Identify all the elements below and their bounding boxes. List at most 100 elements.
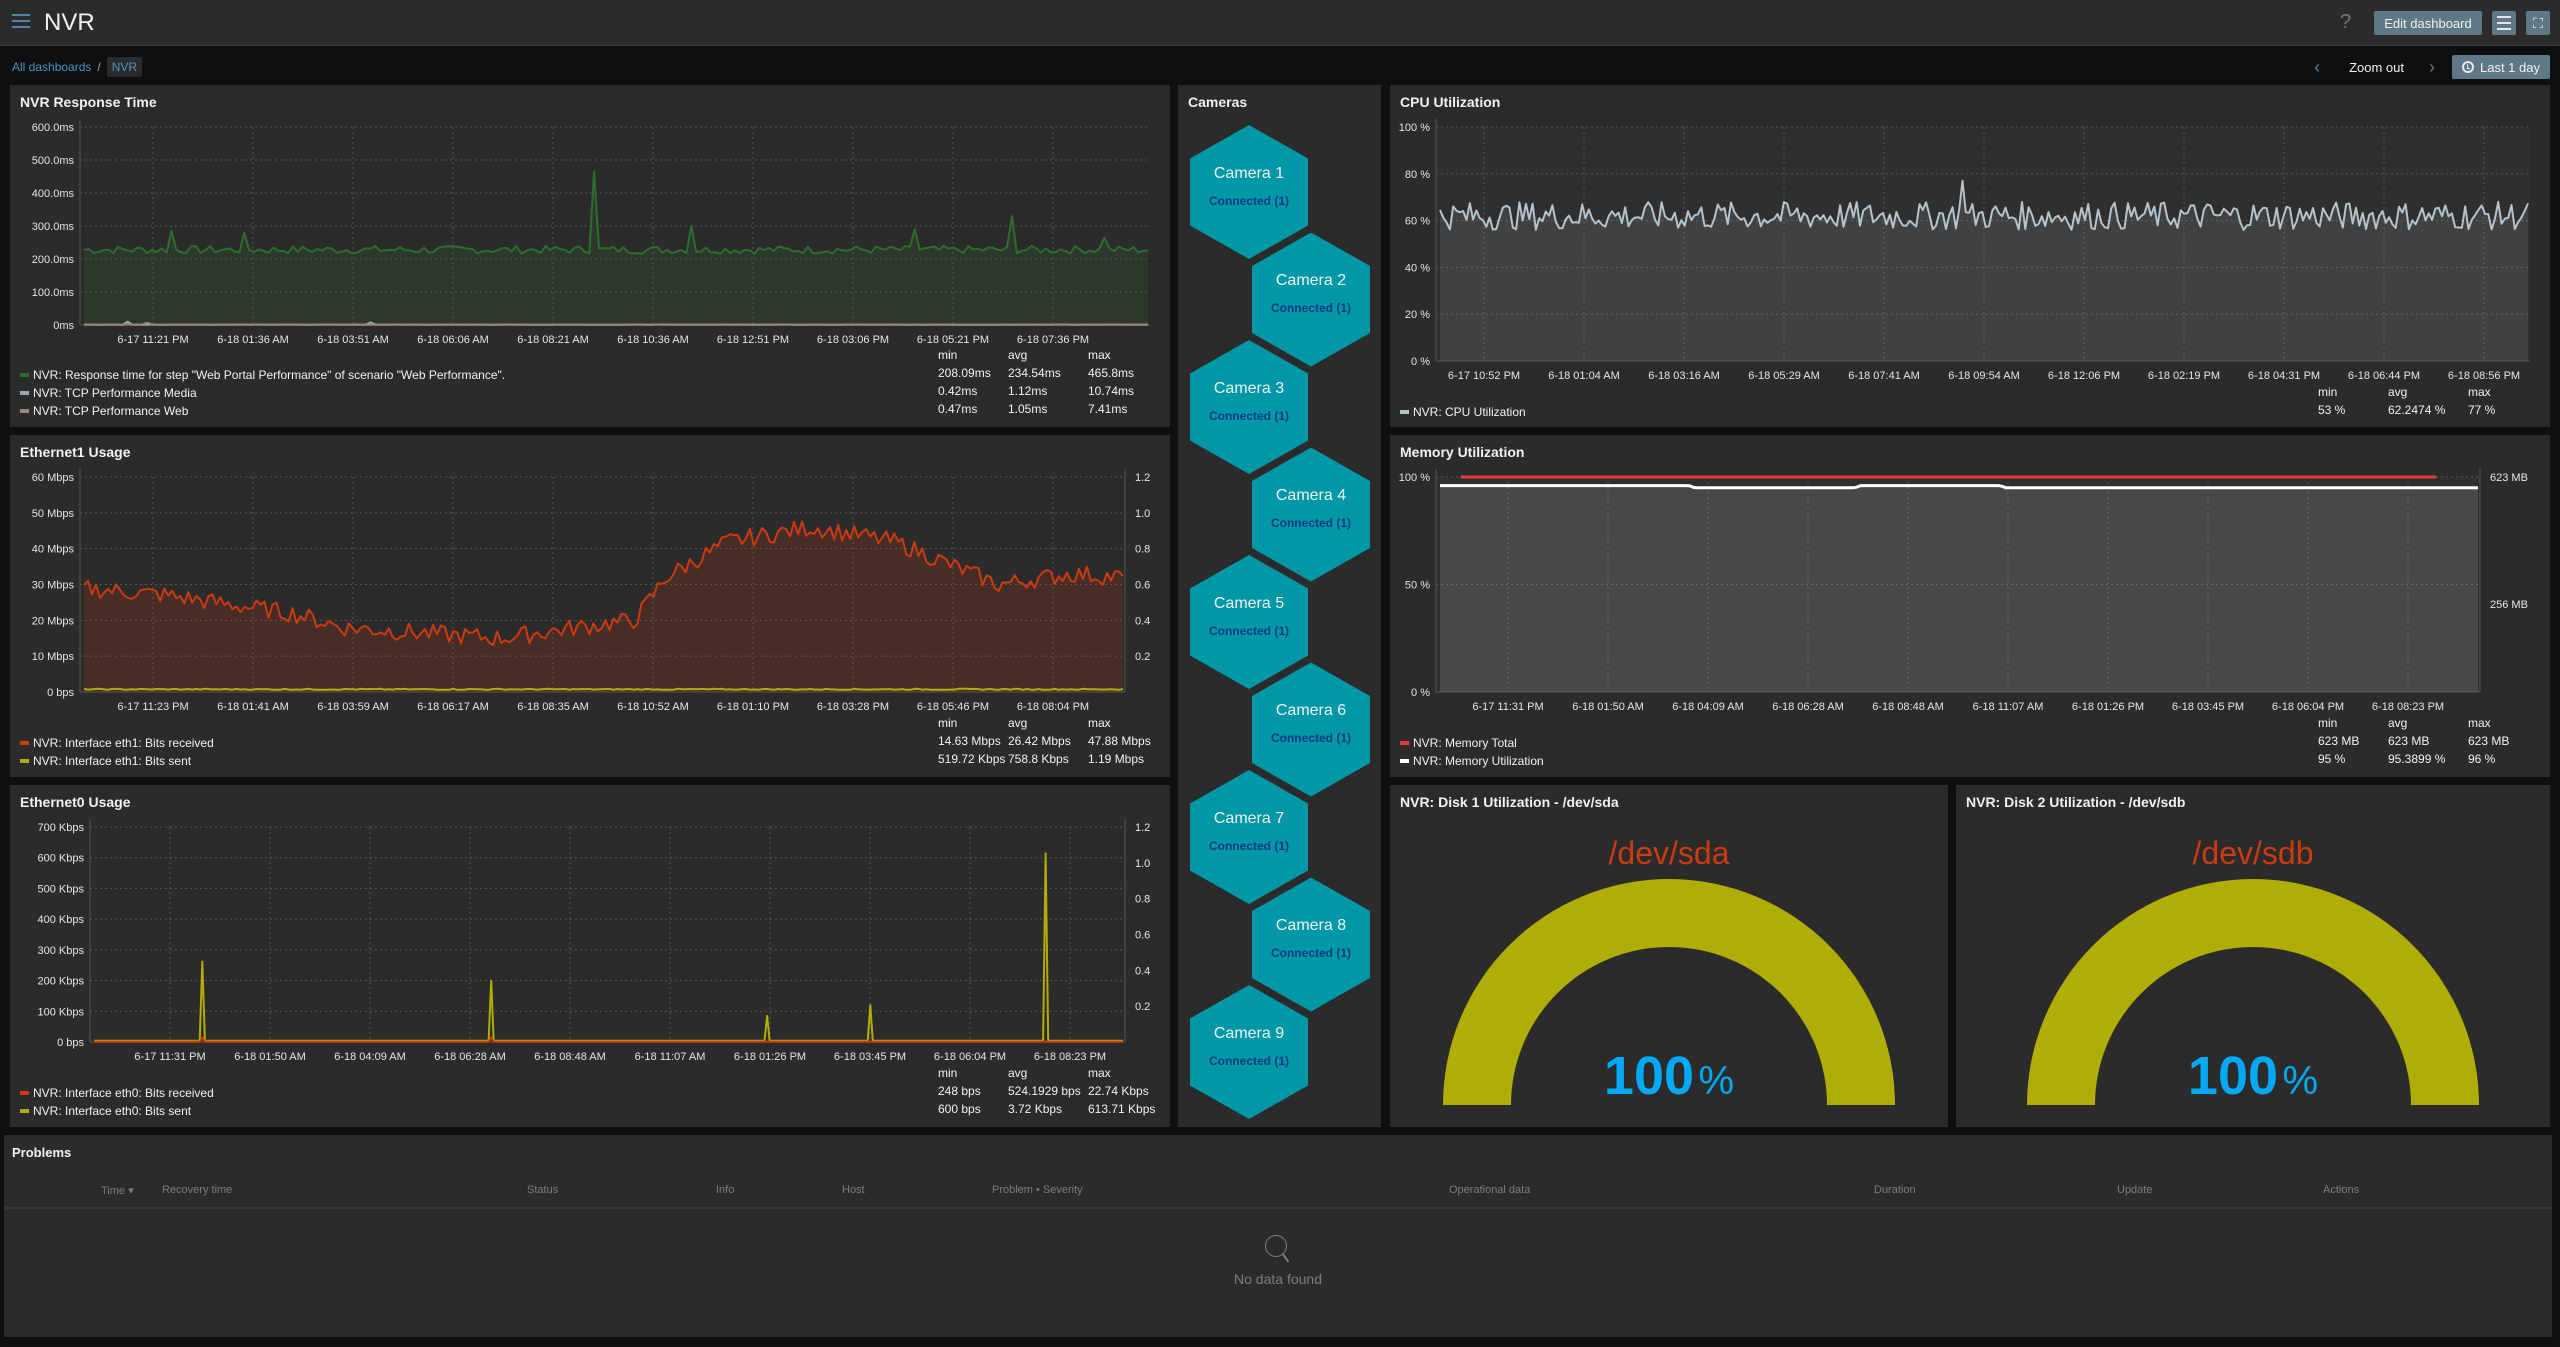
camera-status: Connected (1) [1208, 1053, 1289, 1068]
column-header[interactable]: Recovery time [162, 1184, 232, 1196]
camera-name: Camera 4 [1275, 487, 1347, 504]
y-tick-label: 40 % [1405, 262, 1430, 274]
x-tick-label: 6-18 01:10 PM [717, 701, 789, 713]
stat-avg: 758.8 Kbps [1008, 752, 1069, 766]
stats-header-avg: avg [2388, 385, 2408, 399]
clock-icon [2462, 61, 2474, 73]
stats-header-min: min [938, 348, 958, 362]
time-range-button[interactable]: Last 1 day [2452, 55, 2550, 79]
y2-tick-label: 0.6 [1135, 580, 1150, 592]
stat-avg: 3.72 Kbps [1008, 1102, 1063, 1116]
column-header[interactable]: Info [716, 1184, 734, 1196]
stats-row: 623 MB 623 MB 623 MB [2318, 734, 2538, 752]
time-range-label: Last 1 day [2480, 59, 2540, 75]
breadcrumb-all-dashboards[interactable]: All dashboards [12, 60, 91, 74]
legend-swatch [1400, 759, 1409, 763]
legend-label: NVR: TCP Performance Web [33, 404, 189, 418]
column-header[interactable]: Operational data [1449, 1184, 1530, 1196]
stat-min: 208.09ms [938, 366, 991, 380]
column-header[interactable]: Duration [1874, 1184, 1916, 1196]
legend-swatch [20, 409, 29, 413]
stat-max: 22.74 Kbps [1088, 1084, 1149, 1098]
column-header[interactable]: Host [842, 1184, 865, 1196]
stats-row: 248 bps 524.1929 bps 22.74 Kbps [938, 1084, 1158, 1102]
hamburger-menu-icon[interactable] [12, 14, 30, 30]
gauge-unit: % [2282, 1059, 2319, 1103]
y2-tick-label: 0.4 [1135, 965, 1150, 977]
y-tick-label: 700 Kbps [38, 822, 85, 834]
dashboard-actions-button[interactable] [2492, 11, 2516, 35]
stat-max: 1.19 Mbps [1088, 752, 1145, 766]
cpu-chart[interactable]: 0 % 20 % 40 % 60 % 80 % 100 % 6-17 10:52 PM 6-1… [1390, 85, 2550, 427]
camera-tile[interactable]: Camera 9 Connected (1) [1190, 985, 1308, 1119]
column-header[interactable]: Update [2117, 1184, 2152, 1196]
legend-label: NVR: Response time for step "Web Portal … [33, 368, 506, 382]
camera-name: Camera 3 [1213, 379, 1285, 397]
kiosk-mode-button[interactable]: ⛶ [2526, 11, 2550, 35]
legend-swatch [20, 1109, 29, 1113]
chart-stats: min avg max 623 MB 623 MB 623 MB 95 % 95.3899 %… [2318, 716, 2538, 770]
x-tick-label: 6-18 03:16 AM [1648, 370, 1720, 382]
legend-item: NVR: CPU Utilization [1400, 403, 1526, 421]
stats-header: min avg max [938, 1066, 1158, 1084]
y-tick-label: 20 % [1405, 309, 1430, 321]
legend-item: NVR: Interface eth1: Bits received [20, 734, 214, 752]
panel-disk2-utilization: NVR: Disk 2 Utilization - /dev/sdb /dev/… [1956, 785, 2550, 1127]
gauge-number: 100 [2187, 1046, 2279, 1106]
column-header[interactable]: Status [527, 1184, 558, 1196]
y2-tick-label: 0.6 [1135, 930, 1150, 942]
y-tick-label: 0 bps [57, 1037, 84, 1049]
x-tick-label: 6-18 01:50 AM [1572, 701, 1644, 713]
y2-tick-label: 0.4 [1135, 615, 1150, 627]
legend-item: NVR: Memory Utilization [1400, 752, 1544, 770]
x-tick-label: 6-17 11:31 PM [1472, 701, 1543, 713]
stats-header: min avg max [2318, 385, 2538, 403]
x-tick-label: 6-18 01:41 AM [217, 701, 289, 713]
y-tick-label: 400.0ms [32, 188, 75, 200]
panel-disk1-utilization: NVR: Disk 1 Utilization - /dev/sda /dev/… [1390, 785, 1948, 1127]
panel-ethernet1-usage: Ethernet1 Usage 0 bps 10 Mbps 20 Mbps 30 Mb… [10, 435, 1170, 777]
stat-min: 14.63 Mbps [938, 734, 1001, 748]
problems-table-header: Time ▾ Recovery time Status Info Host Problem… [4, 1174, 2552, 1209]
series-line [94, 1036, 1123, 1043]
stat-avg: 234.54ms [1008, 366, 1061, 380]
panel-response-time: NVR Response Time 0ms 100.0ms 200.0ms 300.0… [10, 85, 1170, 427]
gauge-value: 100 % [1956, 1045, 2550, 1107]
y-tick-label: 0ms [53, 320, 74, 332]
chart-legend: NVR: Interface eth1: Bits received NVR: I… [20, 734, 214, 770]
stats-row: 208.09ms 234.54ms 465.8ms [938, 366, 1158, 384]
column-header[interactable]: Problem • Severity [992, 1184, 1083, 1196]
stat-avg: 623 MB [2388, 734, 2430, 748]
chevron-left-icon[interactable]: ‹ [2307, 57, 2327, 78]
stats-header-min: min [2318, 385, 2338, 399]
chevron-right-icon[interactable]: › [2422, 57, 2442, 78]
stats-header-max: max [2468, 385, 2491, 399]
y-tick-label: 300.0ms [32, 221, 75, 233]
column-header[interactable]: Actions [2323, 1184, 2359, 1196]
camera-name: Camera 1 [1213, 164, 1285, 182]
y2-tick-label: 1.2 [1135, 822, 1150, 834]
stats-header-avg: avg [1008, 1066, 1028, 1080]
breadcrumb-current[interactable]: NVR [106, 57, 143, 77]
stats-header-avg: avg [2388, 716, 2408, 730]
x-tick-label: 6-18 12:51 PM [717, 334, 789, 346]
chart-legend: NVR: Response time for step "Web Portal … [20, 366, 505, 420]
legend-swatch [1400, 410, 1409, 414]
help-icon[interactable]: ? [2340, 11, 2351, 34]
legend-label: NVR: Memory Utilization [1413, 754, 1544, 768]
x-tick-label: 6-17 11:31 PM [134, 1051, 205, 1063]
stat-min: 0.47ms [938, 402, 978, 416]
panel-cameras: Cameras Camera 1 Connected (1) Camera 2 Con… [1178, 85, 1381, 1127]
camera-hexagon: Camera 9 Connected (1) [1190, 985, 1308, 1119]
stats-header-max: max [1088, 348, 1111, 362]
x-tick-label: 6-18 06:06 AM [417, 334, 489, 346]
breadcrumb-separator: / [97, 60, 101, 74]
zoom-out-button[interactable]: Zoom out [2349, 60, 2404, 75]
stats-header-max: max [2468, 716, 2491, 730]
column-header[interactable]: Time ▾ [101, 1184, 134, 1197]
x-tick-label: 6-18 04:09 AM [1672, 701, 1744, 713]
edit-dashboard-button[interactable]: Edit dashboard [2374, 11, 2482, 35]
x-tick-label: 6-18 02:19 PM [2148, 370, 2220, 382]
camera-name: Camera 5 [1213, 594, 1285, 612]
legend-label: NVR: Memory Total [1413, 736, 1517, 750]
